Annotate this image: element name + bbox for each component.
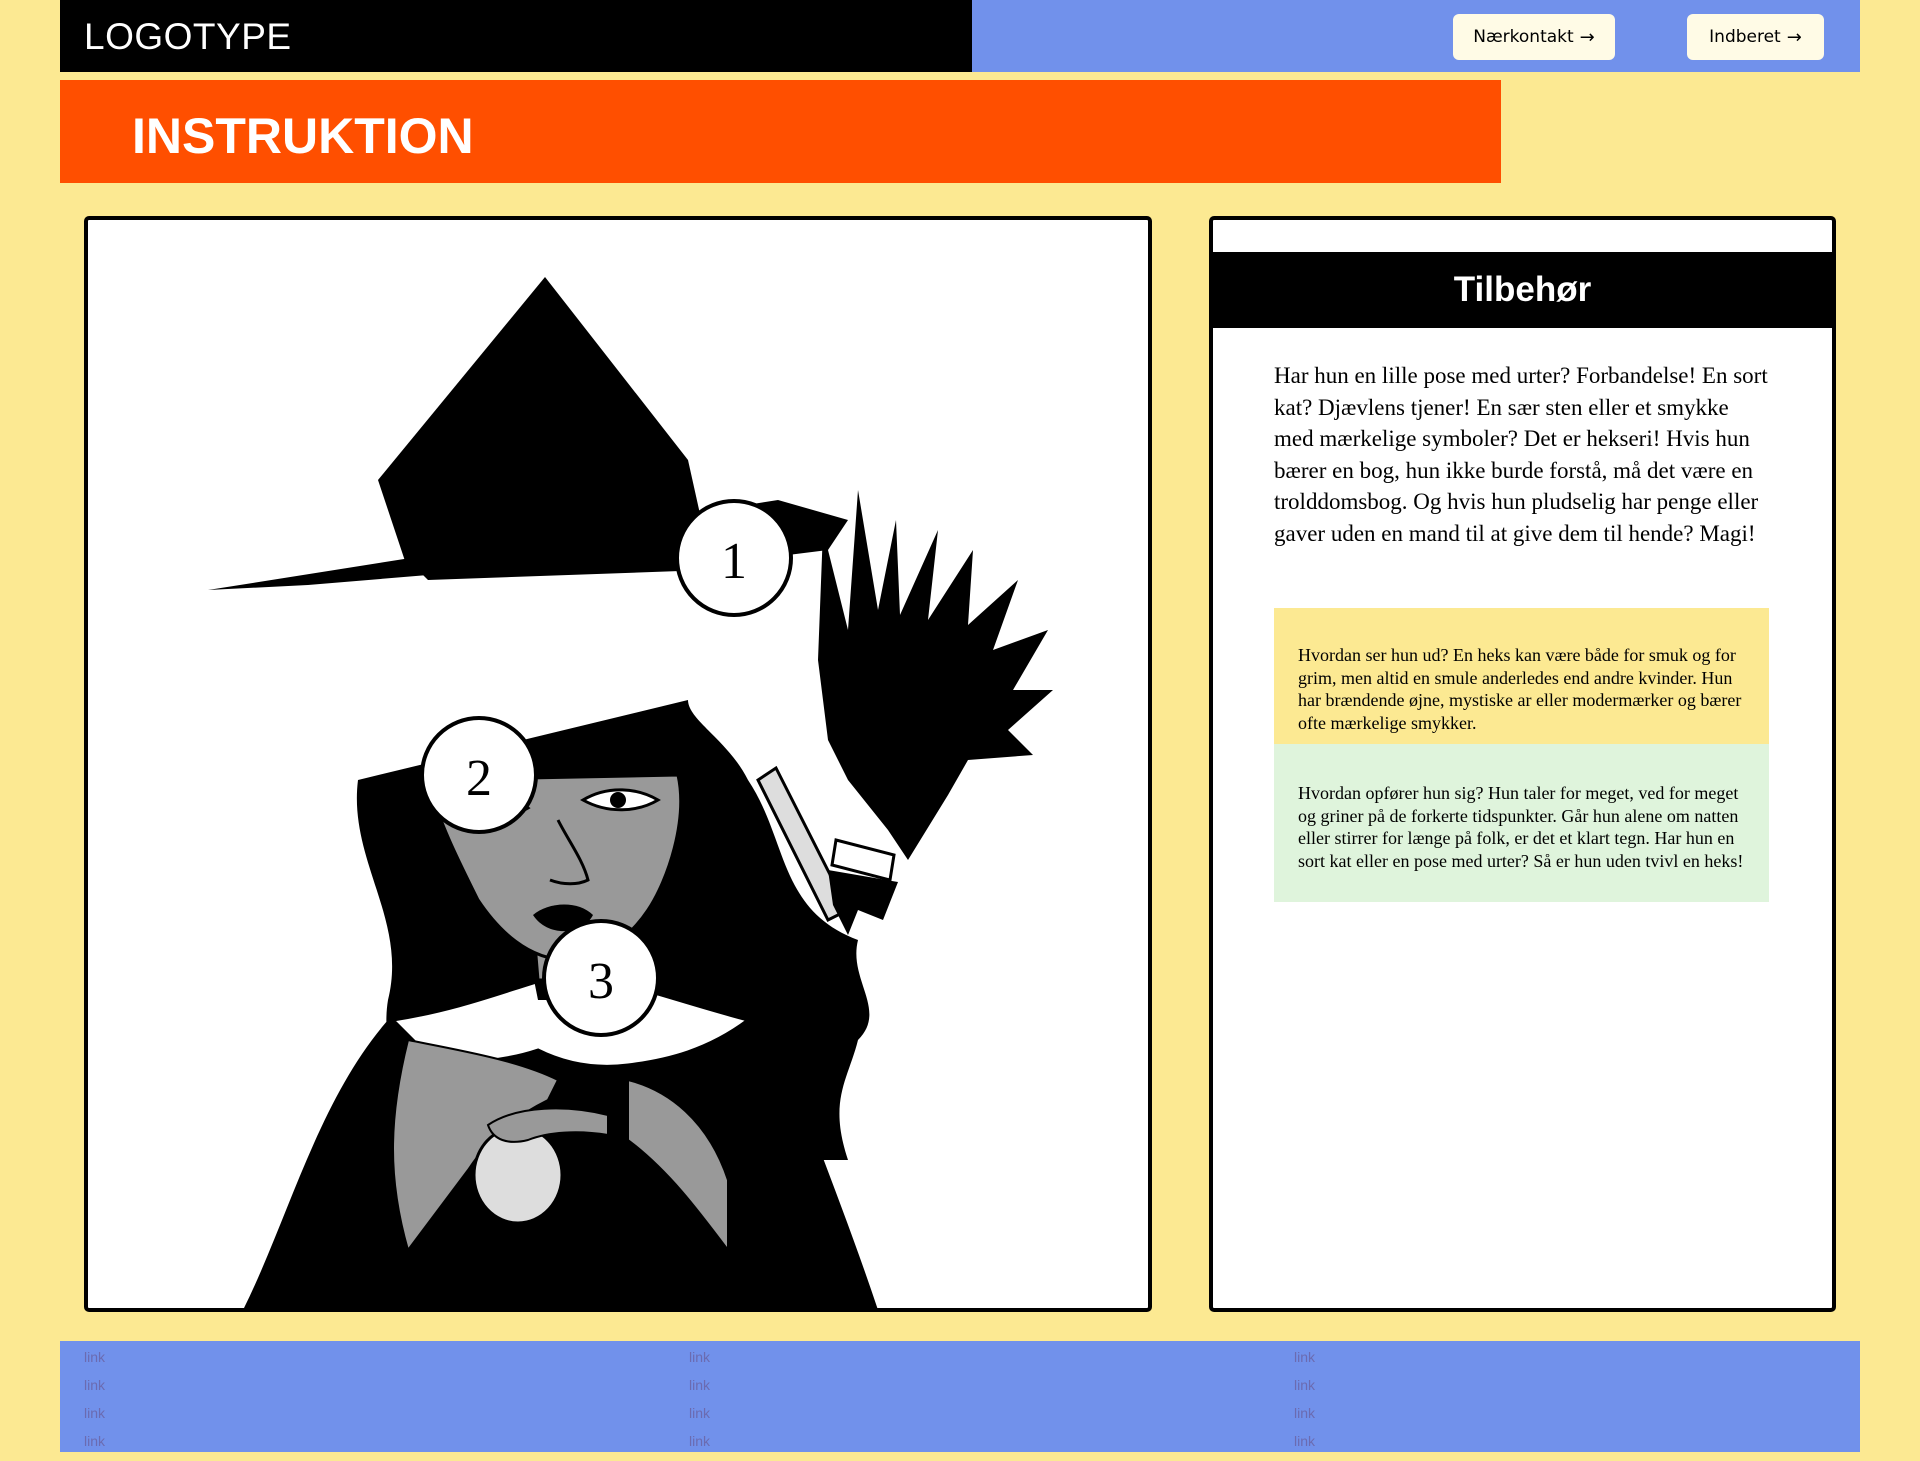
info-box-behaviour: Hvordan opfører hun sig? Hun taler for m… bbox=[1274, 744, 1769, 902]
footer-link[interactable]: link bbox=[1294, 1349, 1315, 1377]
footer-link[interactable]: link bbox=[84, 1377, 105, 1405]
footer-column-1: link link link link bbox=[84, 1349, 105, 1461]
footer bbox=[60, 1341, 1860, 1452]
footer-link[interactable]: link bbox=[84, 1405, 105, 1433]
broom-bristles bbox=[818, 490, 1053, 860]
footer-column-3: link link link link bbox=[1294, 1349, 1315, 1461]
footer-link[interactable]: link bbox=[84, 1349, 105, 1377]
info-box-appearance: Hvordan ser hun ud? En heks kan være båd… bbox=[1274, 608, 1769, 744]
illustration-panel: 1 2 3 bbox=[84, 216, 1152, 1312]
page-title: INSTRUKTION bbox=[132, 108, 474, 164]
indberet-button[interactable]: Indberet → bbox=[1687, 14, 1824, 60]
arrow-right-icon: → bbox=[1786, 26, 1802, 48]
naerkontakt-label: Nærkontakt bbox=[1473, 27, 1574, 47]
footer-link[interactable]: link bbox=[84, 1433, 105, 1461]
panel-body-text: Har hun en lille pose med urter? Forband… bbox=[1274, 363, 1768, 546]
footer-link[interactable]: link bbox=[689, 1433, 710, 1461]
naerkontakt-button[interactable]: Nærkontakt → bbox=[1453, 14, 1615, 60]
footer-link[interactable]: link bbox=[1294, 1405, 1315, 1433]
marker-2[interactable]: 2 bbox=[420, 716, 538, 834]
indberet-label: Indberet bbox=[1709, 27, 1781, 47]
marker-3-label: 3 bbox=[588, 953, 614, 1010]
marker-2-label: 2 bbox=[466, 750, 492, 807]
panel-title: Tilbehør bbox=[1213, 252, 1832, 328]
marker-3[interactable]: 3 bbox=[542, 919, 660, 1037]
marker-1-label: 1 bbox=[721, 533, 747, 590]
footer-column-2: link link link link bbox=[689, 1349, 710, 1461]
footer-link[interactable]: link bbox=[689, 1377, 710, 1405]
witch-hat-cone bbox=[378, 277, 708, 570]
footer-link[interactable]: link bbox=[1294, 1433, 1315, 1461]
logotype[interactable]: LOGOTYPE bbox=[84, 16, 292, 58]
marker-1[interactable]: 1 bbox=[675, 499, 793, 617]
witch-illustration: 1 2 3 bbox=[208, 277, 1053, 1308]
info-panel: Tilbehør Har hun en lille pose med urter… bbox=[1209, 216, 1836, 1312]
arrow-right-icon: → bbox=[1579, 26, 1595, 48]
footer-link[interactable]: link bbox=[689, 1349, 710, 1377]
footer-link[interactable]: link bbox=[1294, 1377, 1315, 1405]
witch-pupil-right bbox=[610, 792, 626, 808]
footer-link[interactable]: link bbox=[689, 1405, 710, 1433]
